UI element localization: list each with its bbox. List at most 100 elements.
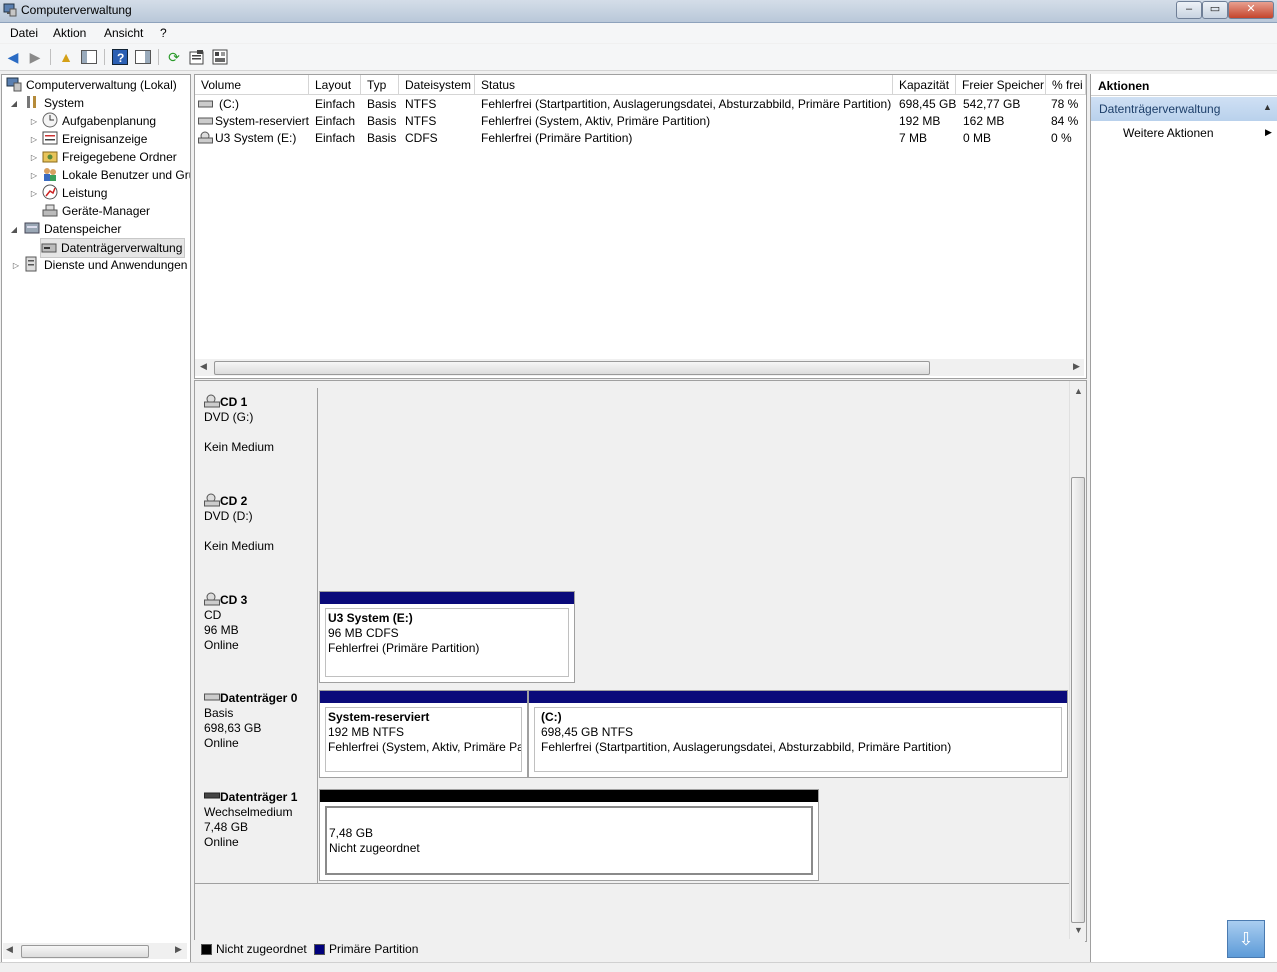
scroll-left-icon[interactable]: ◀	[200, 361, 207, 372]
cell-kapazitaet: 698,45 GB	[899, 97, 957, 111]
scroll-thumb[interactable]	[21, 945, 149, 958]
submenu-arrow-icon[interactable]: ▶	[1265, 127, 1272, 138]
cell-dateisystem: CDFS	[405, 131, 438, 145]
column-header-freier-speicher[interactable]: Freier Speicher	[956, 75, 1046, 95]
minimize-button[interactable]: –	[1176, 1, 1202, 19]
forward-arrow-icon[interactable]: ▶	[26, 48, 44, 66]
tree-item-aufgabenplanung[interactable]: Aufgabenplanung	[42, 112, 156, 130]
column-header-layout[interactable]: Layout	[309, 75, 361, 95]
column-header-kapazitaet[interactable]: Kapazität	[893, 75, 956, 95]
expand-arrow-icon[interactable]: ▷	[29, 171, 39, 180]
list-horizontal-scrollbar[interactable]: ◀ ▶	[195, 359, 1084, 376]
tree-item-label: System	[44, 96, 85, 110]
properties-icon[interactable]	[188, 48, 206, 66]
computer-management-icon	[3, 3, 17, 17]
disk-size: 96 MB	[204, 623, 239, 637]
tree-item-geraete-manager[interactable]: Geräte-Manager	[42, 202, 150, 220]
up-folder-icon[interactable]: ▲	[57, 48, 75, 66]
disk-management-icon	[41, 243, 57, 253]
tree-item-freigegebene-ordner[interactable]: Freigegebene Ordner	[42, 148, 177, 166]
close-button[interactable]: ✕	[1228, 1, 1274, 19]
tree-item-system[interactable]: System	[24, 94, 84, 112]
refresh-icon[interactable]: ⟳	[165, 48, 183, 66]
volume-list: Volume Layout Typ Dateisystem Status Kap…	[194, 74, 1087, 379]
disk-name: CD 2	[220, 494, 248, 508]
menu-bar: Datei Aktion Ansicht ?	[0, 23, 1277, 43]
scroll-right-icon[interactable]: ▶	[175, 944, 182, 955]
disk-label-cd3[interactable]: CD 3 CD 96 MB Online	[195, 586, 318, 686]
scroll-thumb[interactable]	[1071, 477, 1085, 923]
scroll-down-icon[interactable]: ▼	[1074, 925, 1083, 935]
column-header-volume[interactable]: Volume	[195, 75, 309, 95]
cell-status: Fehlerfrei (Startpartition, Auslagerungs…	[481, 97, 891, 111]
cell-dateisystem: NTFS	[405, 97, 437, 111]
tree-item-label: Datenträgerverwaltung	[61, 241, 183, 255]
help-icon[interactable]: ?	[111, 48, 129, 66]
disk-status: Online	[204, 638, 239, 652]
menu-ansicht[interactable]: Ansicht	[104, 26, 143, 40]
title-bar[interactable]: Computerverwaltung – ▭ ✕	[0, 0, 1277, 23]
expand-arrow-icon[interactable]: ▷	[29, 117, 39, 126]
partition-size: 7,48 GB	[329, 826, 374, 840]
cell-kapazitaet: 192 MB	[899, 114, 941, 128]
tree-item-dienste[interactable]: Dienste und Anwendungen	[24, 256, 187, 274]
shared-folder-icon	[42, 151, 58, 163]
partition-c[interactable]: (C:) 698,45 GB NTFS Fehlerfrei (Startpar…	[528, 690, 1068, 778]
expand-arrow-icon[interactable]: ▷	[29, 153, 39, 162]
scroll-up-icon[interactable]: ▲	[1074, 386, 1083, 396]
scroll-thumb[interactable]	[214, 361, 930, 375]
scroll-down-arrow-icon[interactable]: ⇩	[1227, 920, 1265, 958]
disk-vertical-scrollbar[interactable]: ▲ ▼	[1069, 381, 1086, 939]
disk-label-cd2[interactable]: CD 2 DVD (D:) Kein Medium	[195, 487, 318, 587]
tree-item-datentraegerverwaltung[interactable]: Datenträgerverwaltung	[40, 238, 186, 258]
column-header-status[interactable]: Status	[475, 75, 893, 95]
removable-disk-icon	[204, 792, 220, 799]
disk-area-cd2[interactable]	[318, 487, 1069, 587]
column-header-dateisystem[interactable]: Dateisystem	[399, 75, 475, 95]
disk-area-cd1[interactable]	[318, 388, 1069, 488]
disk-label-disk1[interactable]: Datenträger 1 Wechselmedium 7,48 GB Onli…	[195, 784, 318, 884]
collapse-arrow-icon[interactable]: ◢	[9, 225, 19, 234]
expand-arrow-icon[interactable]: ▷	[29, 189, 39, 198]
tree-item-leistung[interactable]: Leistung	[42, 184, 107, 202]
partition-u3-system[interactable]: U3 System (E:) 96 MB CDFS Fehlerfrei (Pr…	[319, 591, 575, 683]
tree-item-ereignisanzeige[interactable]: Ereignisanzeige	[42, 130, 147, 148]
cell-prozent-frei: 84 %	[1051, 114, 1079, 128]
disk-settings-icon[interactable]	[211, 48, 229, 66]
partition-system-reserviert[interactable]: System-reserviert 192 MB NTFS Fehlerfrei…	[319, 690, 528, 778]
tree-root[interactable]: Computerverwaltung (Lokal)	[6, 76, 177, 94]
actions-header: Aktionen	[1091, 74, 1277, 96]
disk-label-disk0[interactable]: Datenträger 0 Basis 698,63 GB Online	[195, 685, 318, 785]
maximize-button[interactable]: ▭	[1202, 1, 1228, 19]
back-arrow-icon[interactable]: ◀	[4, 48, 22, 66]
expand-arrow-icon[interactable]: ▷	[29, 135, 39, 144]
menu-help[interactable]: ?	[160, 26, 167, 40]
disk-label-cd1[interactable]: CD 1 DVD (G:) Kein Medium	[195, 388, 318, 488]
column-header-prozent-frei[interactable]: % frei	[1046, 75, 1086, 95]
column-header-typ[interactable]: Typ	[361, 75, 399, 95]
collapse-up-icon[interactable]: ▲	[1263, 102, 1272, 112]
partition-unallocated[interactable]: 7,48 GB Nicht zugeordnet	[319, 789, 819, 881]
disk-type: DVD (D:)	[204, 509, 253, 523]
tree-item-label: Geräte-Manager	[62, 204, 151, 218]
menu-aktion[interactable]: Aktion	[53, 26, 86, 40]
tree-item-lokale-benutzer[interactable]: Lokale Benutzer und Gruppen	[42, 166, 190, 184]
disk-name: CD 3	[220, 593, 248, 607]
partition-size: 698,45 GB NTFS	[541, 725, 634, 739]
action-weitere-aktionen[interactable]: Weitere Aktionen	[1123, 126, 1214, 140]
menu-datei[interactable]: Datei	[10, 26, 38, 40]
collapse-arrow-icon[interactable]: ◢	[9, 99, 19, 108]
cell-volume: System-reserviert	[215, 114, 310, 128]
tree-item-datenspeicher[interactable]: Datenspeicher	[24, 220, 121, 238]
toolbar: ◀ ▶ ▲ ? ⟳	[0, 44, 1277, 71]
scroll-right-icon[interactable]: ▶	[1073, 361, 1080, 372]
tree-horizontal-scrollbar[interactable]: ◀ ▶	[3, 943, 187, 959]
navigation-tree: Computerverwaltung (Lokal) ◢ System ▷ Au…	[1, 74, 191, 964]
expand-arrow-icon[interactable]: ▷	[11, 261, 21, 270]
show-hide-action-pane-icon[interactable]	[134, 48, 152, 66]
tree-item-label: Lokale Benutzer und Gruppen	[62, 168, 190, 182]
scroll-left-icon[interactable]: ◀	[6, 944, 13, 955]
actions-section-datentraegerverwaltung[interactable]: Datenträgerverwaltung ▲	[1091, 97, 1277, 121]
cell-layout: Einfach	[315, 97, 356, 111]
show-hide-tree-icon[interactable]	[80, 48, 98, 66]
